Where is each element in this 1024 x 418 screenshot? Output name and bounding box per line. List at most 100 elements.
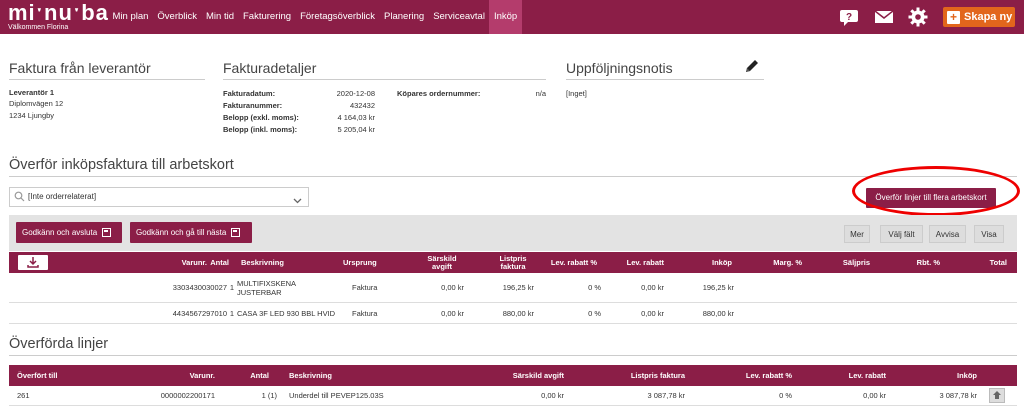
row-rabatt-pct: 0 % (588, 283, 601, 292)
row-overfort-till: 261 (17, 391, 30, 400)
col-overfort-till: Överfört till (17, 371, 58, 380)
welcome-text: Välkommen Florina (8, 24, 69, 31)
detail-label-number: Fakturanummer: (223, 101, 283, 110)
detail-value-excl: 4 164,03 kr (337, 113, 375, 122)
reject-button[interactable]: Avvisa (929, 225, 966, 243)
logo[interactable]: miˑnuˑba Välkommen Florina (8, 2, 109, 32)
col-ursprung: Ursprung (343, 258, 377, 267)
order-search-value: [Inte orderrelaterat] (28, 192, 97, 201)
nav-overblick[interactable]: Överblick (153, 0, 202, 34)
pencil-icon[interactable] (744, 58, 760, 74)
col-lev-rabatt-pct: Lev. rabatt % (745, 371, 792, 380)
nav-serviceavtal[interactable]: Serviceavtal (429, 0, 490, 34)
nav-fakturering[interactable]: Fakturering (239, 0, 296, 34)
search-icon (14, 191, 25, 209)
col-varunr: Varunr. (181, 258, 207, 267)
col-sarskild-avgift: Särskild avgift (512, 371, 564, 380)
detail-label-excl: Belopp (exkl. moms): (223, 113, 299, 122)
approve-next-button[interactable]: Godkänn och gå till nästa (130, 222, 252, 243)
col-inkop: Inköp (712, 258, 732, 267)
col-lev-rabatt: Lev. rabatt (848, 371, 886, 380)
row-avgift: 0,00 kr (441, 283, 464, 292)
row-rabatt: 0,00 kr (641, 283, 664, 292)
approve-next-label: Godkänn och gå till nästa (136, 227, 227, 237)
row-inkop: 3 087,78 kr (939, 391, 977, 400)
col-inkop: Inköp (957, 371, 977, 380)
order-search-input[interactable]: [Inte orderrelaterat] (9, 187, 309, 207)
top-bar: miˑnuˑba Välkommen Florina Min plan Över… (0, 0, 1024, 34)
detail-label-date: Fakturadatum: (223, 89, 276, 98)
row-listpris: 880,00 kr (502, 308, 534, 318)
save-icon (102, 228, 112, 237)
brand-name: miˑnuˑba (8, 0, 109, 25)
supplier-street: Diplomvägen 12 (9, 99, 64, 108)
detail-value-date: 2020-12-08 (336, 89, 375, 98)
row-beskrivning: CASA 3F LED 930 BBL HVID (237, 308, 336, 318)
col-varunr: Varunr. (189, 371, 215, 380)
download-icon[interactable] (18, 255, 48, 270)
col-marg-pct: Marg. % (773, 258, 802, 267)
col-saljpris: Säljpris (842, 258, 870, 267)
col-listpris-faktura: Listpris faktura (630, 371, 685, 380)
row-rabatt: 0,00 kr (863, 391, 886, 400)
mail-icon[interactable] (874, 7, 894, 27)
choose-field-button[interactable]: Välj fält (880, 225, 923, 243)
undo-transfer-icon[interactable] (989, 388, 1005, 403)
row-inkop: 196,25 kr (702, 283, 734, 292)
col-listpris-faktura: Listpris faktura (499, 253, 527, 271)
invoice-table-header: Varunr. Antal Beskrivning Ursprung Särsk… (9, 252, 1017, 273)
detail-value-incl: 5 205,04 kr (337, 125, 375, 134)
col-antal: Antal (210, 258, 229, 267)
col-lev-rabatt-pct: Lev. rabatt % (550, 258, 597, 267)
show-button[interactable]: Visa (974, 225, 1004, 243)
row-rabatt: 0,00 kr (641, 308, 664, 318)
row-rabatt-pct: 0 % (779, 391, 792, 400)
followup-note: [Inget] (566, 89, 587, 98)
save-icon (231, 228, 241, 237)
supplier-title: Faktura från leverantör (9, 60, 205, 80)
col-rbt-pct: Rbt. % (916, 258, 940, 267)
supplier-name: Leverantör 1 (9, 88, 55, 97)
nav-min-tid[interactable]: Min tid (202, 0, 239, 34)
row-antal: 1 (229, 283, 234, 292)
row-beskrivning: Underdel till PEVEP125.03S (289, 391, 384, 400)
invoice-table-row[interactable]: 3303430030027 1 MULTIFIXSKENA JUSTERBAR … (9, 273, 1017, 303)
transferred-title: Överförda linjer (9, 336, 1017, 356)
transferred-table-row[interactable]: 261 0000002200171 1 (1) Underdel till PE… (9, 386, 1017, 406)
row-rabatt-pct: 0 % (588, 308, 601, 318)
col-antal: Antal (250, 371, 269, 380)
detail-value-number: 432432 (349, 101, 375, 110)
plus-icon: + (947, 10, 960, 24)
nav-inkop[interactable]: Inköp (489, 0, 522, 34)
row-ursprung: Faktura (352, 283, 378, 292)
create-new-label: Skapa ny (964, 11, 1013, 23)
row-avgift: 0,00 kr (541, 391, 564, 400)
row-listpris: 196,25 kr (502, 283, 534, 292)
row-antal: 1 (229, 308, 234, 318)
approve-finish-label: Godkänn och avsluta (22, 227, 98, 237)
supplier-city: 1234 Ljungby (9, 111, 55, 120)
svg-text:?: ? (846, 12, 852, 23)
col-beskrivning: Beskrivning (241, 258, 284, 267)
transfer-title: Överför inköpsfaktura till arbetskort (9, 157, 1017, 177)
approve-finish-button[interactable]: Godkänn och avsluta (16, 222, 122, 243)
gear-icon[interactable] (908, 7, 928, 27)
help-icon[interactable]: ? (839, 7, 859, 27)
col-beskrivning: Beskrivning (289, 371, 332, 380)
nav-min-plan[interactable]: Min plan (108, 0, 153, 34)
details-title: Fakturadetaljer (223, 60, 546, 80)
nav-foretagsoverblick[interactable]: Företagsöverblick (296, 0, 380, 34)
row-beskrivning: MULTIFIXSKENA JUSTERBAR (237, 278, 296, 297)
detail-label-incl: Belopp (inkl. moms): (223, 125, 298, 134)
row-ursprung: Faktura (352, 308, 378, 318)
transferred-table-header: Överfört till Varunr. Antal Beskrivning … (9, 365, 1017, 386)
chevron-down-icon (293, 193, 302, 211)
main-nav: Min plan Överblick Min tid Fakturering F… (108, 0, 522, 34)
more-button[interactable]: Mer (844, 225, 870, 243)
col-total: Total (989, 258, 1007, 267)
row-listpris: 3 087,78 kr (647, 391, 685, 400)
invoice-table-row[interactable]: 4434567297010 1 CASA 3F LED 930 BBL HVID… (9, 303, 1017, 324)
nav-planering[interactable]: Planering (380, 0, 429, 34)
create-new-button[interactable]: + Skapa ny (943, 7, 1015, 27)
row-avgift: 0,00 kr (441, 308, 464, 318)
